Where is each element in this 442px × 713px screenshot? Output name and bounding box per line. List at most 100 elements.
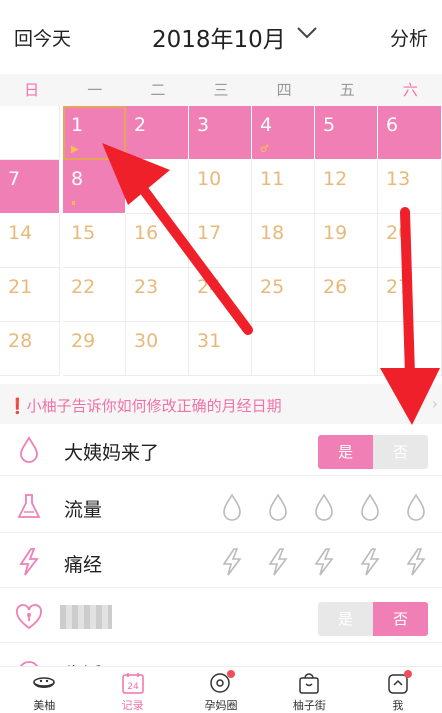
nav-label: 我: [392, 699, 404, 712]
shopping-bag-icon: [299, 673, 320, 694]
drop-outline-icon[interactable]: [308, 491, 340, 523]
day-number: 15: [71, 222, 96, 244]
chevron-right-icon: ›: [431, 394, 438, 413]
calendar-day-31[interactable]: 31: [189, 322, 252, 376]
calendar-day-27[interactable]: 27: [378, 268, 442, 322]
day-number: 23: [134, 276, 159, 298]
day-number: 2: [134, 114, 147, 136]
calendar-day-25[interactable]: 25: [252, 268, 315, 322]
lightning-outline-icon[interactable]: [354, 546, 386, 578]
nav-meiyou[interactable]: 美柚: [0, 667, 88, 713]
weekday-sat: 六: [402, 81, 418, 99]
weekday-thu: 四: [276, 81, 292, 99]
pain-level-selector[interactable]: [216, 546, 432, 578]
drop-outline-icon[interactable]: [216, 491, 248, 523]
calendar-day-22[interactable]: 22: [63, 268, 126, 322]
drop-outline-icon[interactable]: [354, 491, 386, 523]
day-number: 21: [8, 276, 33, 298]
analysis-button[interactable]: 分析: [390, 24, 428, 51]
weekday-wed: 三: [213, 81, 229, 99]
day-mark-icon: ▶: [71, 144, 79, 155]
day-number: 5: [323, 114, 336, 136]
period-yes-button[interactable]: 是: [318, 435, 373, 469]
love-toggle[interactable]: 是 否: [318, 602, 428, 636]
love-yes-button[interactable]: 是: [318, 602, 373, 636]
day-number: 18: [260, 222, 285, 244]
calendar-day-26[interactable]: 26: [315, 268, 378, 322]
flow-level-selector[interactable]: [216, 491, 432, 523]
day-number: 27: [386, 276, 411, 298]
bowl-icon: [33, 677, 55, 688]
calendar-day-10[interactable]: 10: [189, 160, 252, 214]
heart-lock-icon: [16, 604, 42, 630]
day-number: 30: [134, 330, 159, 352]
calendar-day-12[interactable]: 12: [315, 160, 378, 214]
calendar-day-19[interactable]: 19: [315, 214, 378, 268]
drop-outline-icon[interactable]: [400, 491, 432, 523]
day-number: 20: [386, 222, 411, 244]
lightning-outline-icon[interactable]: [216, 546, 248, 578]
calendar-day-16[interactable]: 16: [126, 214, 189, 268]
nav-record[interactable]: 24 记录: [88, 667, 176, 713]
flow-row: 流量: [0, 481, 442, 533]
calendar-day-3[interactable]: 3: [189, 106, 252, 160]
calendar-day-30[interactable]: 30: [126, 322, 189, 376]
calendar-day-24[interactable]: 24: [189, 268, 252, 322]
day-number: 28: [8, 330, 33, 352]
weekday-tue: 二: [150, 81, 166, 99]
love-no-button[interactable]: 否: [373, 602, 428, 636]
calendar-day-8[interactable]: 8 ⏸: [63, 160, 126, 214]
day-number: 26: [323, 276, 348, 298]
calendar-day-17[interactable]: 17: [189, 214, 252, 268]
day-mark-icon: ♂: [260, 144, 269, 155]
lightning-outline-icon[interactable]: [308, 546, 340, 578]
calendar-day-28[interactable]: 28: [0, 322, 60, 376]
bottom-nav: 美柚 24 记录 孕妈圈 柚子街 我: [0, 666, 442, 713]
weekday-mon: 一: [87, 81, 103, 99]
calendar-day-7[interactable]: 7: [0, 160, 60, 214]
calendar-day-13[interactable]: 13: [378, 160, 442, 214]
calendar-day-15[interactable]: 15: [63, 214, 126, 268]
calendar-day-20[interactable]: 20: [378, 214, 442, 268]
period-no-button[interactable]: 否: [373, 435, 428, 469]
calendar-day-21[interactable]: 21: [0, 268, 60, 322]
habits-row: 生活: [0, 646, 442, 666]
day-number: 25: [260, 276, 285, 298]
blurred-label: [60, 605, 112, 629]
lightning-outline-icon[interactable]: [400, 546, 432, 578]
calendar-day-11[interactable]: 11: [252, 160, 315, 214]
calendar-day-18[interactable]: 18: [252, 214, 315, 268]
period-label: 大姨妈来了: [64, 442, 160, 464]
month-title[interactable]: 2018年10月: [152, 20, 286, 54]
pain-row: 痛经: [0, 536, 442, 588]
nav-community[interactable]: 孕妈圈: [177, 667, 265, 713]
calendar-day-6[interactable]: 6: [378, 106, 442, 160]
day-number: 10: [197, 168, 222, 190]
drop-outline-icon[interactable]: [262, 491, 294, 523]
calendar-day-1[interactable]: 1 ▶: [63, 106, 126, 160]
chevron-down-icon[interactable]: [296, 26, 318, 40]
calendar-day-9[interactable]: 9: [126, 160, 189, 214]
nav-shop[interactable]: 柚子街: [265, 667, 353, 713]
day-number: 7: [8, 168, 21, 190]
nav-label: 记录: [121, 699, 144, 712]
day-number: 17: [197, 222, 222, 244]
notification-dot: [226, 670, 235, 678]
period-toggle[interactable]: 是 否: [318, 435, 428, 469]
calendar-empty-cell: [252, 322, 315, 376]
day-number: 4: [260, 114, 273, 136]
weekday-fri: 五: [339, 81, 355, 99]
nav-me[interactable]: 我: [354, 667, 442, 713]
tip-text: ❗小柚子告诉你如何修改正确的月经日期: [8, 397, 282, 415]
weekday-sun: 日: [24, 81, 40, 99]
lightning-outline-icon[interactable]: [262, 546, 294, 578]
tip-bar[interactable]: ❗小柚子告诉你如何修改正确的月经日期 ›: [0, 384, 442, 424]
calendar-day-5[interactable]: 5: [315, 106, 378, 160]
calendar-day-4[interactable]: 4 ♂: [252, 106, 315, 160]
calendar-day-23[interactable]: 23: [126, 268, 189, 322]
love-row: 是 否: [0, 591, 442, 643]
calendar-day-2[interactable]: 2: [126, 106, 189, 160]
calendar-day-29[interactable]: 29: [63, 322, 126, 376]
back-to-today-button[interactable]: 回今天: [14, 24, 71, 51]
calendar-day-14[interactable]: 14: [0, 214, 60, 268]
